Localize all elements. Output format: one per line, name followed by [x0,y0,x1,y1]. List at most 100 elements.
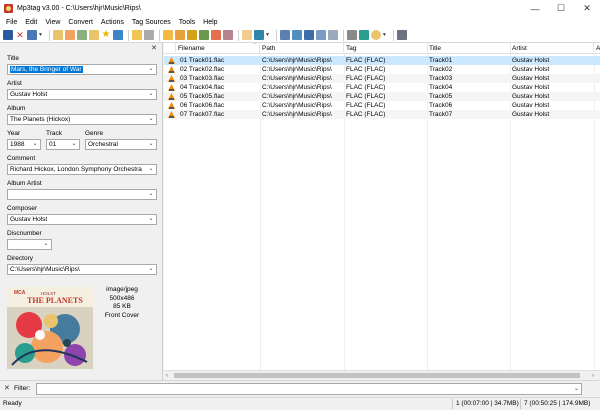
chevron-down-icon[interactable]: ⌄ [70,140,78,149]
table-row[interactable]: 01 Track01.flac C:\Users\hjr\Music\Rips\… [164,56,600,65]
undo-icon[interactable] [27,30,37,40]
panel-close-icon[interactable]: ✕ [151,44,157,52]
comment-field[interactable]: Richard Hickox, London Symphony Orchestr… [7,164,157,175]
genre-field[interactable]: Orchestral ⌄ [85,139,157,150]
view-icon[interactable] [327,30,338,40]
quick-action-icon[interactable] [241,30,252,40]
track-field[interactable]: 01 ⌄ [46,139,80,150]
composer-field[interactable]: Gustav Holst ⌄ [7,214,157,225]
album-value: The Planets (Hickox) [10,116,71,123]
tag-to-filename-icon[interactable] [131,30,142,40]
chevron-down-icon[interactable]: ⌄ [147,190,155,199]
replace-dropdown-icon[interactable]: ▼ [265,32,270,38]
actions-icon[interactable] [210,30,221,40]
chevron-down-icon[interactable]: ⌄ [147,90,155,99]
chevron-down-icon[interactable]: ⌄ [147,165,155,174]
menu-actions[interactable]: Actions [97,19,128,26]
chevron-down-icon[interactable]: ⌄ [147,115,155,124]
directory-field[interactable]: C:\Users\hjr\Music\Rips\ ⌄ [7,264,157,275]
tag-source-icon[interactable] [346,30,357,40]
column-path[interactable]: Path [260,43,344,54]
save-list-icon[interactable] [76,30,87,40]
cell-artist: Gustav Holst [512,84,550,91]
column-tag[interactable]: Tag [344,43,428,54]
replace-icon[interactable] [253,30,264,40]
table-row[interactable]: 04 Track04.flac C:\Users\hjr\Music\Rips\… [164,83,600,92]
save-icon[interactable] [3,30,13,40]
scrollbar-thumb[interactable] [174,373,580,378]
table-row[interactable]: 02 Track02.flac C:\Users\hjr\Music\Rips\… [164,65,600,74]
playlist-icon[interactable] [88,30,99,40]
edit-icon[interactable] [279,30,290,40]
column-filename-label: Filename [178,45,205,52]
menu-edit[interactable]: Edit [21,19,41,26]
album-field[interactable]: The Planets (Hickox) ⌄ [7,114,157,125]
undo-dropdown-icon[interactable]: ▼ [38,32,43,38]
chevron-down-icon[interactable]: ⌄ [147,265,155,274]
autonumber-icon[interactable] [198,30,209,40]
add-folder-icon[interactable] [64,30,75,40]
filter-input[interactable]: ⌄ [36,383,582,395]
cover-label-text: MCA [14,290,26,296]
year-label: Year [7,130,21,137]
discnumber-field[interactable]: ⌄ [7,239,52,250]
menu-tools[interactable]: Tools [175,19,199,26]
refresh-icon[interactable] [112,30,123,40]
cell-tag: FLAC (FLAC) [346,102,386,109]
extended-tags-icon[interactable] [291,30,302,40]
close-button[interactable]: ✕ [574,0,600,17]
text-file-icon[interactable] [186,30,197,40]
chevron-down-icon[interactable]: ⌄ [31,140,39,149]
cell-path: C:\Users\hjr\Music\Rips\ [262,75,332,82]
chevron-down-icon[interactable]: ⌄ [147,65,155,74]
chevron-down-icon[interactable]: ⌄ [42,240,50,249]
delete-icon[interactable]: ✕ [15,30,25,40]
menu-help[interactable]: Help [199,19,221,26]
filename-to-tag-icon[interactable] [143,30,154,40]
window-controls: — ☐ ✕ [522,0,600,17]
album-artist-field[interactable]: ⌄ [7,189,157,200]
horizontal-scrollbar[interactable]: ‹ › [164,370,600,380]
title-bar: Mp3tag v3.00 - C:\Users\hjr\Music\Rips\ … [0,0,600,17]
cell-title: Track03 [429,75,453,82]
table-row[interactable]: 06 Track06.flac C:\Users\hjr\Music\Rips\… [164,101,600,110]
menu-file[interactable]: File [2,19,21,26]
column-title[interactable]: Title [427,43,511,54]
menu-convert[interactable]: Convert [64,19,97,26]
maximize-button[interactable]: ☐ [548,0,574,17]
minimize-button[interactable]: — [522,0,548,17]
cell-tag: FLAC (FLAC) [346,66,386,73]
table-row[interactable]: 03 Track03.flac C:\Users\hjr\Music\Rips\… [164,74,600,83]
title-label: Title [7,55,20,62]
export-icon[interactable] [303,30,314,40]
cover-art[interactable]: MCA HOLST THE PLANETS [7,287,93,369]
table-row[interactable]: 05 Track05.flac C:\Users\hjr\Music\Rips\… [164,92,600,101]
chevron-down-icon[interactable]: ⌄ [574,384,579,395]
artist-field[interactable]: Gustav Holst ⌄ [7,89,157,100]
image-kind: Front Cover [104,311,140,319]
favorites-icon[interactable]: ★ [101,30,111,40]
open-folder-icon[interactable] [52,30,63,40]
web-source-dropdown-icon[interactable]: ▼ [382,32,387,38]
column-album[interactable]: A [594,43,600,54]
cover-header: MCA HOLST THE PLANETS [7,287,93,307]
tag-to-tag-icon[interactable] [174,30,185,40]
cell-artist: Gustav Holst [512,111,550,118]
column-filename[interactable]: Filename ^ [176,43,260,54]
cover-icon[interactable] [315,30,326,40]
convert-icon[interactable] [162,30,173,40]
toolbar-separator [158,29,160,41]
settings-icon[interactable] [396,30,407,40]
table-row[interactable]: 07 Track07.flac C:\Users\hjr\Music\Rips\… [164,110,600,119]
menu-tag-sources[interactable]: Tag Sources [128,19,175,26]
column-artist[interactable]: Artist [510,43,594,54]
freedb-icon[interactable] [358,30,369,40]
web-source-icon[interactable] [370,30,381,40]
filter-close-icon[interactable]: ✕ [4,384,10,392]
menu-view[interactable]: View [41,19,64,26]
chevron-down-icon[interactable]: ⌄ [147,215,155,224]
chevron-down-icon[interactable]: ⌄ [147,140,155,149]
year-field[interactable]: 1988 ⌄ [7,139,41,150]
case-conversion-icon[interactable] [222,30,233,40]
title-field[interactable]: Mars, the Bringer of War ⌄ [7,64,157,75]
